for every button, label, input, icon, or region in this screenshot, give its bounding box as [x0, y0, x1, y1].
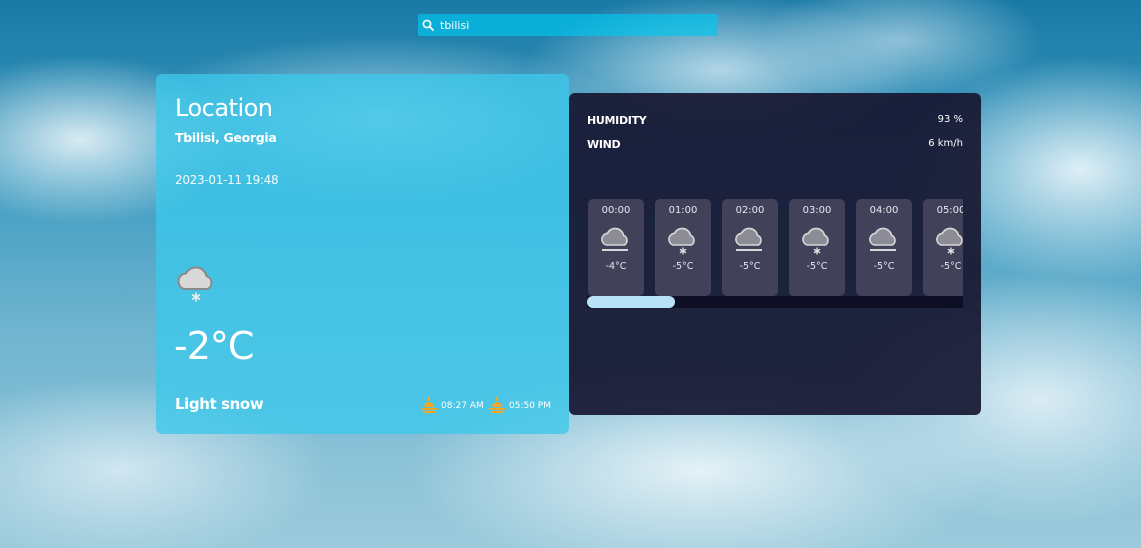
hourly-temperature: -5°C — [873, 261, 895, 272]
location-title: Location — [175, 94, 273, 122]
hourly-item: 02:00 -5°C — [722, 199, 778, 296]
search-input[interactable] — [438, 18, 718, 32]
search-icon[interactable] — [418, 14, 438, 36]
hourly-temperature: -5°C — [739, 261, 761, 272]
location-name: Tbilisi, Georgia — [175, 130, 277, 145]
weather-condition: Light snow — [175, 395, 264, 413]
current-temperature: -2°C — [174, 324, 254, 368]
sunrise-time: 08:27 AM — [441, 401, 484, 411]
fog-cloud-icon — [598, 224, 634, 256]
hourly-item: 03:00 -5°C — [789, 199, 845, 296]
weather-details-card: HUMIDITY 93 % WIND 6 km/h 00:00 -4°C 01:0… — [569, 93, 981, 415]
wind-value: 6 km/h — [928, 138, 963, 149]
sunrise: 08:27 AM — [421, 397, 484, 415]
local-datetime: 2023-01-11 19:48 — [175, 173, 279, 187]
hourly-scrollbar[interactable] — [587, 296, 963, 308]
hourly-time: 02:00 — [735, 205, 765, 216]
snow-cloud-icon — [665, 224, 701, 256]
wind-label: WIND — [587, 138, 621, 151]
snow-cloud-icon — [799, 224, 835, 256]
hourly-temperature: -5°C — [806, 261, 828, 272]
hourly-forecast[interactable]: 00:00 -4°C 01:00 -5°C 02:00 -5°C 03:00 -5°C… — [588, 199, 963, 299]
humidity-value: 93 % — [937, 114, 963, 125]
humidity-row: HUMIDITY 93 % — [587, 114, 963, 127]
sunrise-icon — [421, 397, 437, 413]
humidity-label: HUMIDITY — [587, 114, 647, 127]
hourly-time: 04:00 — [869, 205, 899, 216]
hourly-temperature: -4°C — [605, 261, 627, 272]
snow-cloud-icon — [177, 266, 213, 302]
sunset-time: 05:50 PM — [509, 401, 551, 411]
scrollbar-thumb[interactable] — [587, 296, 675, 308]
search-bar[interactable] — [418, 14, 718, 36]
hourly-time: 03:00 — [802, 205, 832, 216]
hourly-item: 05:00 -5°C — [923, 199, 963, 296]
sunset-icon — [489, 397, 505, 413]
fog-cloud-icon — [866, 224, 902, 256]
hourly-time: 00:00 — [601, 205, 631, 216]
wind-row: WIND 6 km/h — [587, 138, 963, 151]
sunset: 05:50 PM — [489, 397, 551, 415]
hourly-time: 05:00 — [936, 205, 963, 216]
hourly-item: 01:00 -5°C — [655, 199, 711, 296]
hourly-temperature: -5°C — [672, 261, 694, 272]
current-weather-card: Location Tbilisi, Georgia 2023-01-11 19:… — [156, 74, 569, 434]
hourly-temperature: -5°C — [940, 261, 962, 272]
fog-cloud-icon — [732, 224, 768, 256]
hourly-time: 01:00 — [668, 205, 698, 216]
hourly-item: 00:00 -4°C — [588, 199, 644, 296]
snow-cloud-icon — [933, 224, 963, 256]
hourly-item: 04:00 -5°C — [856, 199, 912, 296]
